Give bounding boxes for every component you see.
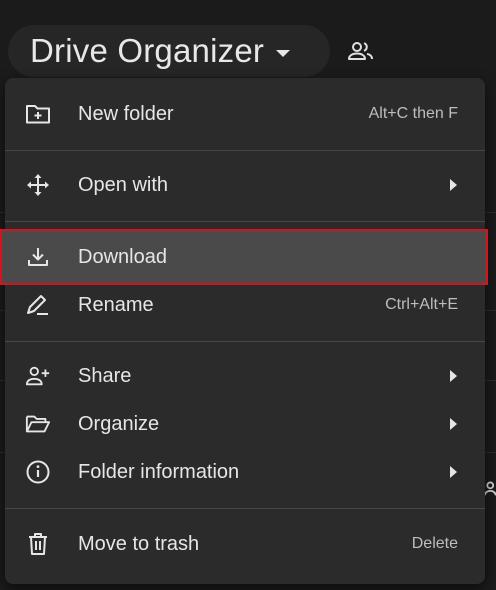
menu-divider: [5, 150, 485, 151]
menu-divider: [5, 341, 485, 342]
submenu-arrow-icon: [450, 418, 457, 430]
menu-item-label: New folder: [78, 102, 174, 125]
submenu-arrow-icon: [450, 179, 457, 191]
menu-item-organize[interactable]: Organize: [5, 400, 485, 448]
menu-item-label: Folder information: [78, 460, 240, 483]
menu-divider: [5, 508, 485, 509]
menu-item-label: Share: [78, 364, 132, 387]
menu-item-label: Move to trash: [78, 532, 200, 555]
menu-item-label: Organize: [78, 412, 160, 435]
submenu-arrow-icon: [450, 466, 457, 478]
drive-page: Drive Organizer New folder Alt+C then F: [0, 0, 496, 590]
shared-people-icon[interactable]: [346, 38, 376, 64]
context-menu: New folder Alt+C then F Open with Downlo…: [0, 78, 488, 584]
folder-title: Drive Organizer: [30, 32, 265, 69]
organize-icon: [25, 411, 51, 437]
caret-down-icon: [276, 49, 291, 57]
download-icon: [25, 244, 51, 270]
menu-divider: [5, 221, 485, 222]
shortcut-text: Ctrl+Alt+E: [385, 296, 458, 313]
shortcut-text: Alt+C then F: [368, 105, 458, 122]
share-icon: [25, 363, 51, 389]
shortcut-text: Delete: [411, 535, 458, 552]
menu-item-new-folder[interactable]: New folder Alt+C then F: [5, 90, 485, 138]
menu-item-label: Download: [78, 245, 167, 268]
menu-item-share[interactable]: Share: [5, 352, 485, 400]
menu-item-label: Rename: [78, 293, 154, 316]
new-folder-icon: [25, 101, 51, 127]
open-with-icon: [25, 172, 51, 198]
menu-item-download[interactable]: Download: [0, 229, 488, 285]
info-icon: [25, 459, 51, 485]
menu-item-folder-information[interactable]: Folder information: [5, 448, 485, 496]
trash-icon: [25, 531, 51, 557]
menu-item-label: Open with: [78, 173, 169, 196]
submenu-arrow-icon: [450, 370, 457, 382]
menu-item-rename[interactable]: Rename Ctrl+Alt+E: [5, 281, 485, 329]
menu-item-open-with[interactable]: Open with: [5, 161, 485, 209]
menu-item-move-to-trash[interactable]: Move to trash Delete: [5, 520, 485, 568]
folder-title-dropdown[interactable]: Drive Organizer: [8, 25, 330, 77]
rename-icon: [25, 292, 51, 318]
